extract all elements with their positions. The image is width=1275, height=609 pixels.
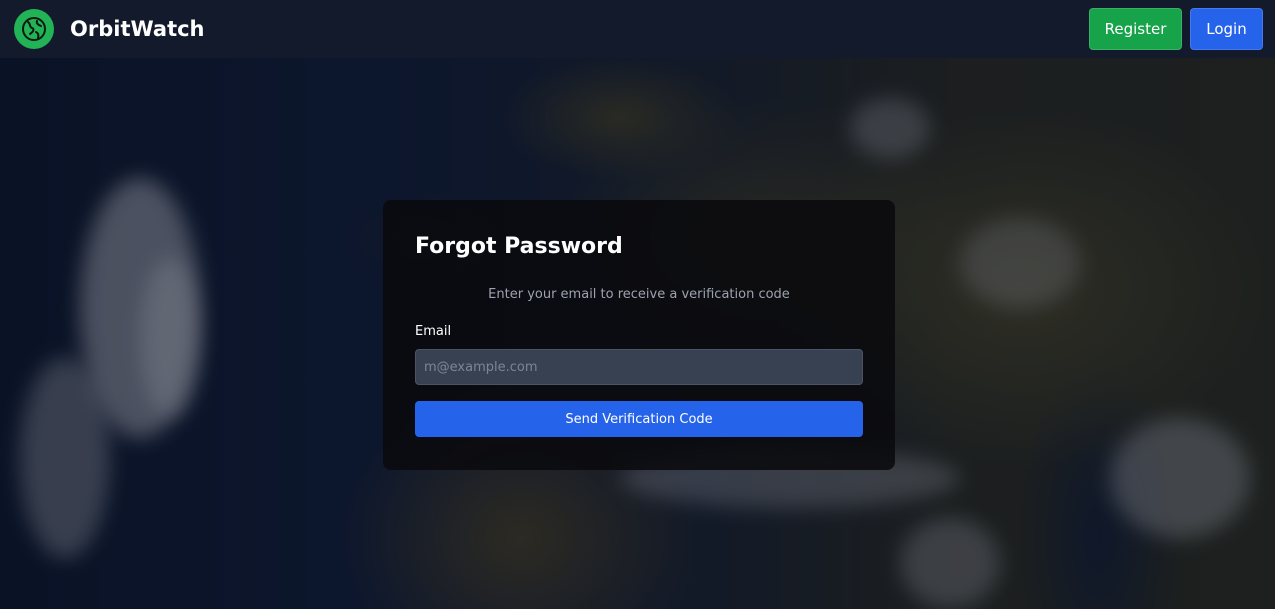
send-verification-code-button[interactable]: Send Verification Code xyxy=(415,401,863,437)
login-button[interactable]: Login xyxy=(1190,8,1263,50)
email-label: Email xyxy=(415,324,452,339)
email-field[interactable] xyxy=(415,349,863,385)
brand-name: OrbitWatch xyxy=(70,17,205,41)
form-subtitle: Enter your email to receive a verificati… xyxy=(488,287,790,302)
page-title: Forgot Password xyxy=(415,234,623,259)
nav-actions: Register Login xyxy=(1089,8,1263,50)
register-button[interactable]: Register xyxy=(1089,8,1182,50)
globe-icon xyxy=(14,9,54,49)
forgot-password-card: Forgot Password Enter your email to rece… xyxy=(383,200,895,470)
brand[interactable]: OrbitWatch xyxy=(14,9,205,49)
top-navbar: OrbitWatch Register Login xyxy=(0,0,1275,58)
